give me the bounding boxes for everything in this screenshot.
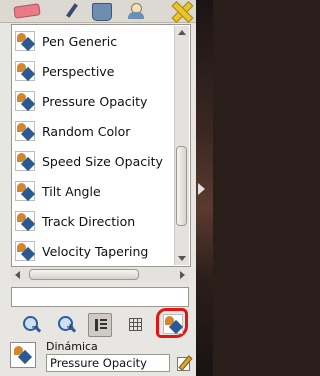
dynamics-panel: Pen Generic Perspective Pressure Opacity… [0,0,196,376]
eraser-icon[interactable] [13,3,41,19]
list-item[interactable]: Speed Size Opacity [12,146,172,176]
zoom-in-icon: + [58,316,75,333]
vertical-scroll-thumb[interactable] [176,146,187,226]
arrow-right-icon [198,183,205,195]
zoom-in-sign: + [66,322,75,333]
grid-view-icon [129,318,142,331]
edit-icon[interactable] [176,355,192,371]
scroll-right-arrow-icon[interactable] [180,271,185,279]
horizontal-scroll-thumb[interactable] [29,269,139,280]
dynamics-icon [15,121,35,141]
list-item[interactable]: Perspective [12,56,172,86]
canvas-edge [196,0,213,376]
list-item-label: Pressure Opacity [42,93,148,109]
pen-tool-icon[interactable] [63,3,81,19]
dynamics-name-field[interactable]: Pressure Opacity [46,354,170,372]
filter-input[interactable] [11,287,189,307]
open-dynamics-editor-button[interactable] [156,308,188,338]
horizontal-scrollbar[interactable] [11,268,189,282]
list-item[interactable]: Random Color [12,116,172,146]
list-item[interactable]: Tilt Angle [12,176,172,206]
list-item-label: Tilt Angle [42,183,101,199]
zoom-out-button[interactable]: − [20,313,44,337]
dynamics-icon [15,31,35,51]
scroll-left-arrow-icon[interactable] [15,271,20,279]
list-item-label: Track Direction [42,213,136,229]
zoom-in-button[interactable]: + [55,313,79,337]
dynamics-label: Dinámica [46,340,98,353]
view-as-grid-button[interactable] [124,313,148,337]
vertical-scrollbar[interactable] [174,26,189,265]
dynamics-icon [15,61,35,81]
list-item[interactable]: Pen Generic [12,26,172,56]
scroll-up-arrow-icon[interactable] [178,30,186,35]
list-item-label: Velocity Tapering [42,243,149,259]
zoom-out-sign: − [31,322,40,333]
selected-dynamics-preview[interactable] [10,342,36,368]
scroll-down-arrow-icon[interactable] [178,256,186,261]
dynamics-icon [13,345,33,365]
dynamics-list-viewport: Pen Generic Perspective Pressure Opacity… [12,25,172,266]
dynamics-icon [15,151,35,171]
list-item-label: Perspective [42,63,115,79]
list-item-label: Random Color [42,123,131,139]
list-view-icon [95,319,107,331]
dynamics-list: Pen Generic Perspective Pressure Opacity… [11,24,191,267]
list-item[interactable]: Pressure Opacity [12,86,172,116]
bucket-icon[interactable] [92,3,112,21]
dynamics-icon [15,211,35,231]
tool-options-toolbar [0,0,196,23]
dynamics-icon [15,91,35,111]
user-icon[interactable] [127,3,145,19]
list-item[interactable]: Velocity Tapering [12,236,172,266]
list-item-label: Speed Size Opacity [42,153,163,169]
list-item-label: Pen Generic [42,33,118,49]
dynamics-icon [163,314,183,334]
list-item[interactable]: Track Direction [12,206,172,236]
zoom-out-icon: − [23,316,40,333]
dynamics-icon [15,241,35,261]
close-icon[interactable] [170,2,192,20]
view-as-list-button[interactable] [88,313,112,337]
dynamics-icon [15,181,35,201]
